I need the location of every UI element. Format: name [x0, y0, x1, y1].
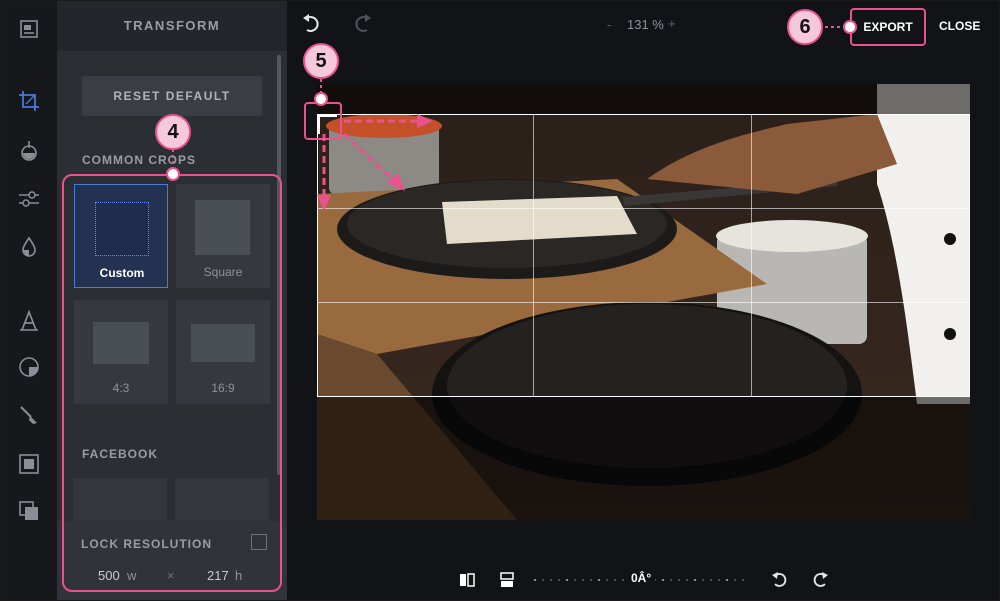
rotation-tick — [718, 579, 720, 581]
crop-grid-line — [533, 115, 534, 396]
rotation-tick — [710, 579, 712, 581]
close-button[interactable]: CLOSE — [939, 19, 980, 33]
adjust-icon[interactable] — [17, 17, 41, 41]
drop-icon[interactable] — [17, 235, 41, 259]
crop-options-highlight — [62, 174, 282, 592]
callout-anchor — [843, 20, 857, 34]
tool-rail — [1, 1, 57, 600]
text-icon[interactable] — [17, 309, 41, 333]
zoom-level: 131 % — [627, 17, 664, 32]
rotation-tick — [533, 579, 537, 581]
rotation-tick — [574, 579, 576, 581]
redo-icon[interactable] — [351, 13, 373, 35]
crop-handle-highlight — [304, 102, 342, 140]
callout-badge-6: 6 — [787, 9, 823, 45]
rotation-tick — [550, 579, 552, 581]
rotation-angle: 0Â° — [627, 571, 656, 585]
rotate-right-icon[interactable] — [811, 571, 829, 589]
rotation-tick — [558, 579, 560, 581]
rotation-tick — [590, 579, 592, 581]
rotation-tick — [734, 579, 736, 581]
rotation-tick — [542, 579, 544, 581]
rotation-tick — [582, 579, 584, 581]
callout-badge-5: 5 — [303, 43, 339, 79]
crop-grid-line — [318, 302, 969, 303]
reset-default-button[interactable]: RESET DEFAULT — [82, 76, 262, 116]
sliders-icon[interactable] — [17, 187, 41, 211]
rotation-tick — [606, 579, 608, 581]
callout-anchor — [314, 92, 328, 106]
rotation-tick — [622, 579, 624, 581]
photo-editor: TRANSFORM RESET DEFAULT COMMON CROPS Cus… — [0, 0, 1000, 601]
callout-badge-4: 4 — [155, 114, 191, 150]
flip-horizontal-icon[interactable] — [459, 572, 475, 588]
overlay-icon[interactable] — [17, 499, 41, 523]
sticker-icon[interactable] — [17, 355, 41, 379]
common-crops-heading: COMMON CROPS — [82, 153, 196, 167]
flip-vertical-icon[interactable] — [499, 572, 515, 588]
zoom-out-button[interactable]: - — [607, 17, 611, 32]
rotation-tick — [693, 579, 697, 581]
rotation-tick — [597, 579, 601, 581]
crop-frame[interactable] — [317, 114, 970, 397]
rotation-tick — [661, 579, 665, 581]
crop-icon[interactable] — [17, 89, 41, 113]
rotation-tick — [725, 579, 729, 581]
zoom-in-button[interactable]: + — [668, 16, 676, 31]
crop-grid-line — [318, 208, 969, 209]
brush-icon[interactable] — [17, 403, 41, 427]
rotation-tick — [614, 579, 616, 581]
rotation-tick — [565, 579, 569, 581]
rotation-tick — [670, 579, 672, 581]
callout-anchor — [166, 167, 180, 181]
rotation-tick — [678, 579, 680, 581]
rotate-left-icon[interactable] — [771, 571, 789, 589]
undo-icon[interactable] — [301, 13, 323, 35]
export-button[interactable]: EXPORT — [850, 8, 926, 46]
rotation-tick — [742, 579, 744, 581]
crop-grid-line — [751, 115, 752, 396]
frame-icon[interactable] — [17, 452, 41, 476]
filter-icon[interactable] — [17, 139, 41, 163]
panel-title: TRANSFORM — [57, 1, 287, 51]
rotation-tick — [702, 579, 704, 581]
rotation-tick — [686, 579, 688, 581]
